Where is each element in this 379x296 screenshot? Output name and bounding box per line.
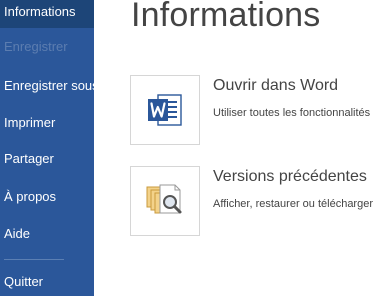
open-in-word-description: Utiliser toutes les fonctionnalités [213,107,371,119]
previous-versions-button[interactable]: Versions précédentes Afficher, restaurer… [130,166,379,238]
version-history-icon [146,184,182,214]
sidebar-item-partager[interactable]: Partager [0,143,94,175]
word-document-icon [148,94,182,126]
previous-versions-description: Afficher, restaurer ou télécharger [213,198,373,210]
sidebar-item-a-propos[interactable]: À propos [0,181,94,213]
sidebar-item-imprimer[interactable]: Imprimer [0,107,94,139]
sidebar-divider [4,259,64,260]
sidebar-item-enregistrer: Enregistrer [4,39,68,54]
sidebar-item-enregistrer-sous[interactable]: Enregistrer sous [0,70,94,102]
page-title: Informations [131,0,321,34]
sidebar: Informations Enregistrer Enregistrer sou… [0,0,94,296]
open-in-word-button[interactable]: Ouvrir dans Word Utiliser toutes les fon… [130,75,379,147]
previous-versions-title: Versions précédentes [213,168,367,185]
sidebar-item-quitter[interactable]: Quitter [0,266,94,296]
sidebar-item-informations[interactable]: Informations [0,0,94,28]
sidebar-item-aide[interactable]: Aide [0,218,94,250]
open-in-word-tile[interactable] [130,75,200,145]
previous-versions-tile[interactable] [130,166,200,236]
open-in-word-title: Ouvrir dans Word [213,77,339,94]
